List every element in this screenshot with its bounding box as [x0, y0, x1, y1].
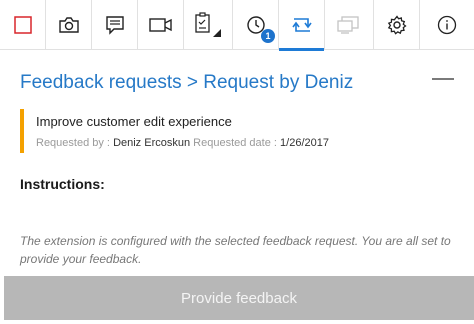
task-checklist-icon [195, 12, 221, 37]
record-video-button[interactable] [138, 0, 184, 50]
collapse-button[interactable] [432, 78, 454, 80]
stop-record-button[interactable] [0, 0, 46, 50]
stop-record-icon [13, 16, 32, 34]
capture-screenshot-button[interactable] [46, 0, 92, 50]
breadcrumb-title: Feedback requests > Request by Deniz [20, 72, 354, 93]
screen-share-icon [337, 16, 359, 34]
task-checklist-button[interactable] [184, 0, 233, 50]
camera-icon [58, 17, 79, 33]
requested-by-value: Deniz Ercoskun [113, 137, 191, 149]
video-icon [148, 18, 172, 32]
settings-gear-icon [387, 15, 407, 35]
status-note: The extension is configured with the sel… [20, 234, 451, 266]
capture-note-button[interactable] [92, 0, 138, 50]
request-card: Improve customer edit experience Request… [20, 109, 460, 153]
settings-button[interactable] [374, 0, 420, 50]
note-icon [105, 16, 124, 35]
provide-feedback-button[interactable]: Provide feedback [4, 276, 474, 320]
instructions-heading: Instructions: [20, 176, 105, 192]
feedback-loop-icon [291, 18, 312, 32]
feedback-request-tab[interactable] [279, 0, 325, 51]
info-icon [437, 15, 457, 35]
request-meta: Requested by : Deniz Ercoskun Requested … [36, 137, 460, 149]
requested-date-label: Requested date : [193, 137, 277, 149]
history-count-badge: 1 [261, 29, 275, 43]
screen-share-button[interactable] [325, 0, 374, 50]
toolbar: 1 [0, 0, 474, 51]
requested-by-label: Requested by : [36, 137, 110, 149]
request-title: Improve customer edit experience [36, 114, 232, 129]
info-button[interactable] [420, 0, 474, 50]
requested-date-value: 1/26/2017 [280, 137, 329, 149]
history-button[interactable]: 1 [233, 0, 279, 50]
